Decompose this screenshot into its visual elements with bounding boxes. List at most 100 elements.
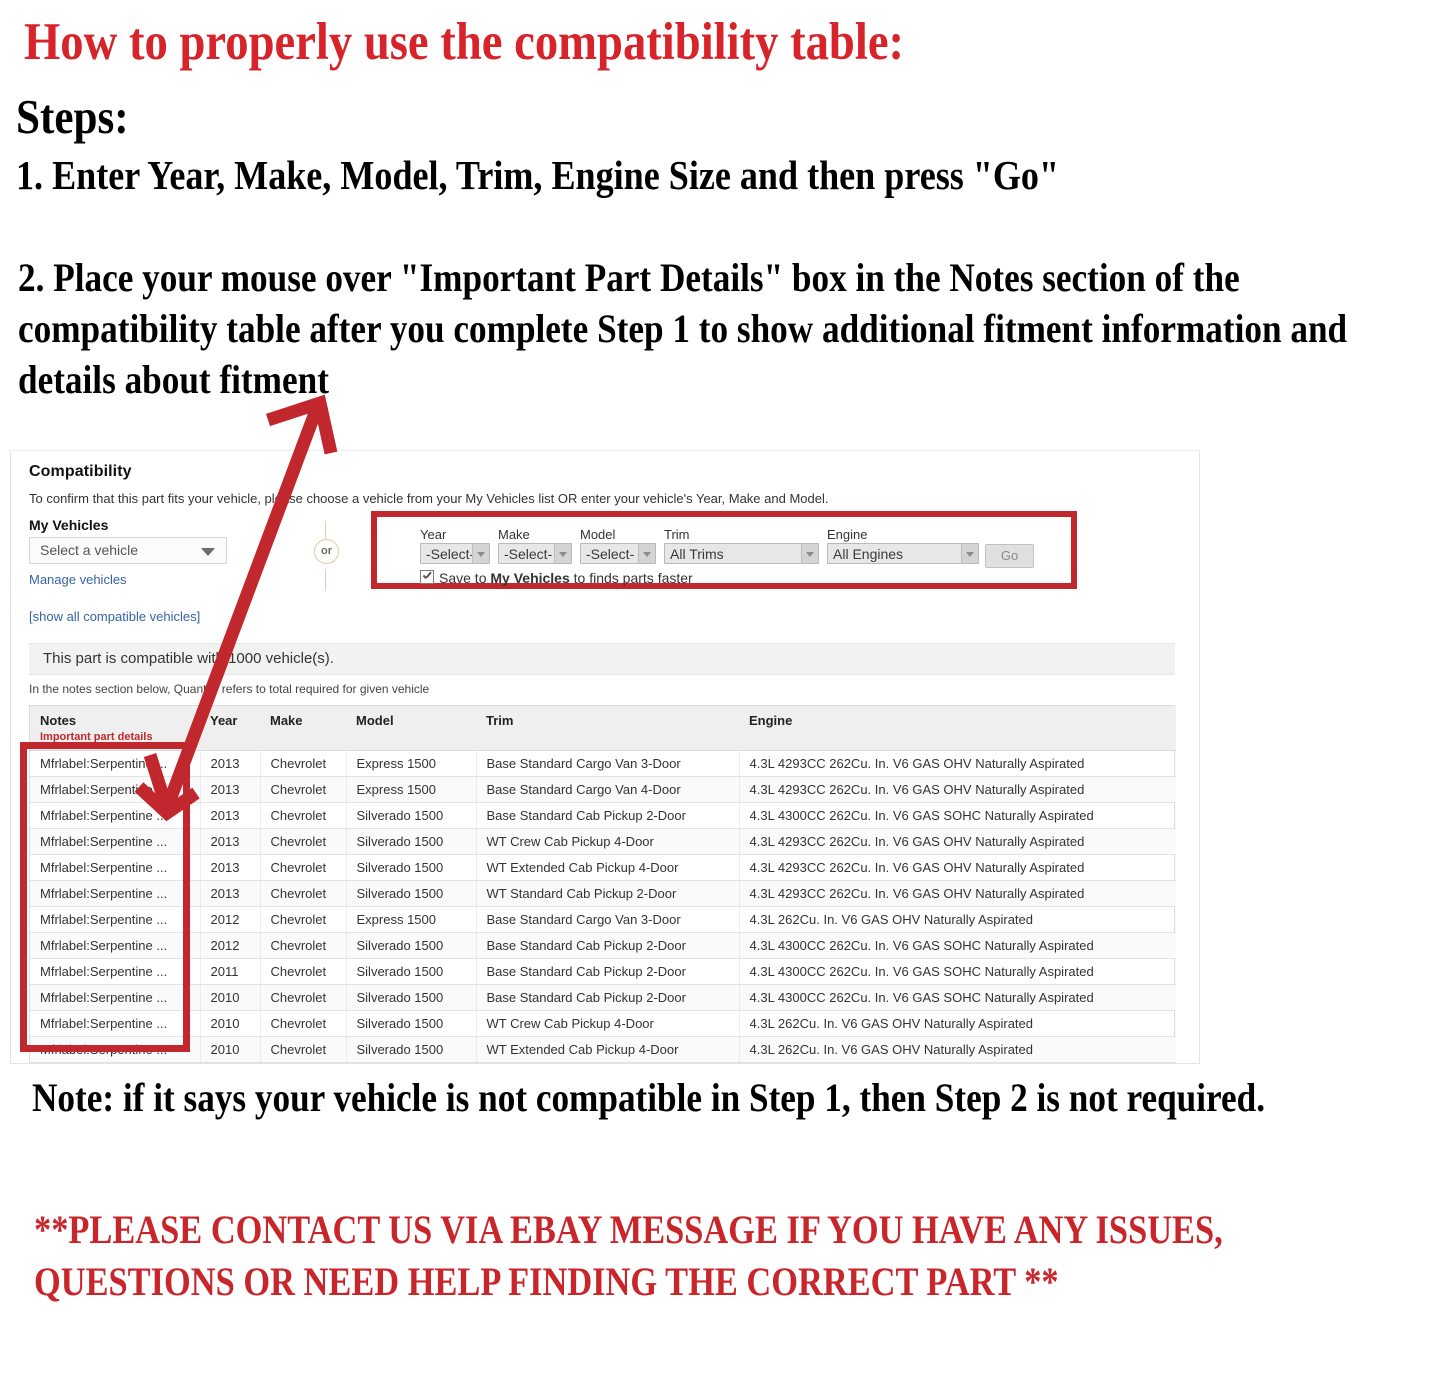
manage-vehicles-link[interactable]: Manage vehicles xyxy=(29,572,127,587)
table-body: Mfrlabel:Serpentine ... 2013 Chevrolet Expr… xyxy=(30,750,1176,1063)
important-part-details-label: Important part details xyxy=(40,731,153,743)
cell-engine: 4.3L 4293CC 262Cu. In. V6 GAS OHV Natura… xyxy=(739,776,1176,803)
cell-make: Chevrolet xyxy=(260,906,347,933)
cell-notes[interactable]: Mfrlabel:Serpentine ... xyxy=(30,932,201,959)
finder-field-engine: Engine All Engines xyxy=(827,527,979,564)
cell-trim: Base Standard Cab Pickup 2-Door xyxy=(476,932,740,959)
finder-value-engine: All Engines xyxy=(833,546,904,562)
cell-make: Chevrolet xyxy=(260,1010,347,1037)
cell-year: 2013 xyxy=(200,802,261,829)
cell-make: Chevrolet xyxy=(260,854,347,881)
column-header-trim: Trim xyxy=(476,706,739,751)
or-label: or xyxy=(321,545,332,557)
quantity-note: In the notes section below, Quantity ref… xyxy=(29,682,430,696)
cell-notes[interactable]: Mfrlabel:Serpentine ... xyxy=(30,750,201,777)
finder-select-model[interactable]: -Select- xyxy=(580,543,656,564)
cell-year: 2013 xyxy=(200,880,261,907)
cell-notes[interactable]: Mfrlabel:Serpentine ... xyxy=(30,1062,201,1063)
chevron-down-icon xyxy=(201,548,215,556)
finder-value-trim: All Trims xyxy=(670,546,724,562)
cell-model: Silverado 1500 xyxy=(346,828,477,855)
cell-engine: 4.3L 262Cu. In. V6 GAS OHV Naturally Asp… xyxy=(739,1010,1176,1037)
finder-select-engine[interactable]: All Engines xyxy=(827,543,979,564)
cell-model: Silverado 1500 xyxy=(346,1036,477,1063)
vehicle-select[interactable]: Select a vehicle xyxy=(29,537,227,564)
cell-trim: WT Extended Cab Pickup 4-Door xyxy=(476,1036,740,1063)
go-button[interactable]: Go xyxy=(985,544,1034,568)
cell-year: 2010 xyxy=(200,1036,261,1063)
table-header-row: Notes Important part details Year Make Model… xyxy=(30,706,1176,751)
cell-make: Chevrolet xyxy=(260,828,347,855)
cell-model: Silverado 1500 xyxy=(346,958,477,985)
cell-engine: 4.3L 4293CC 262Cu. In. V6 GAS OHV Natura… xyxy=(739,750,1176,777)
cell-model: Silverado 1500 xyxy=(346,1062,477,1063)
cell-notes[interactable]: Mfrlabel:Serpentine ... xyxy=(30,776,201,803)
cell-trim: WT Crew Cab Pickup 4-Door xyxy=(476,828,740,855)
compatibility-table: Notes Important part details Year Make Model… xyxy=(29,705,1176,1063)
column-header-make: Make xyxy=(260,706,346,751)
column-header-notes: Notes Important part details xyxy=(30,706,200,751)
save-checkbox[interactable] xyxy=(420,570,434,584)
cell-notes[interactable]: Mfrlabel:Serpentine ... xyxy=(30,828,201,855)
save-to-my-vehicles-row[interactable]: Save to My Vehicles to finds parts faste… xyxy=(420,570,693,586)
cell-trim: Base Standard Cargo Van 3-Door xyxy=(476,750,740,777)
cell-engine: 4.3L 4300CC 262Cu. In. V6 GAS SOHC Natur… xyxy=(739,958,1176,985)
cell-model: Silverado 1500 xyxy=(346,1010,477,1037)
cell-notes[interactable]: Mfrlabel:Serpentine ... xyxy=(30,854,201,881)
or-circle: or xyxy=(314,539,339,564)
cell-trim: Base Standard Cargo Van 3-Door xyxy=(476,906,740,933)
cell-notes[interactable]: Mfrlabel:Serpentine ... xyxy=(30,984,201,1011)
cell-model: Express 1500 xyxy=(346,906,477,933)
finder-field-make: Make -Select- xyxy=(498,527,572,564)
cell-engine: 4.3L 4300CC 262Cu. In. V6 GAS SOHC Natur… xyxy=(739,932,1176,959)
cell-notes[interactable]: Mfrlabel:Serpentine ... xyxy=(30,906,201,933)
cell-notes[interactable]: Mfrlabel:Serpentine ... xyxy=(30,1036,201,1063)
finder-select-year[interactable]: -Select- xyxy=(420,543,490,564)
cell-notes[interactable]: Mfrlabel:Serpentine ... xyxy=(30,802,201,829)
cell-model: Silverado 1500 xyxy=(346,854,477,881)
step-1-text: 1. Enter Year, Make, Model, Trim, Engine… xyxy=(16,152,1059,198)
cell-year: 2011 xyxy=(200,958,261,985)
annotated-compatibility-instructions: How to properly use the compatibility ta… xyxy=(0,0,1445,1393)
cell-engine: 4.3L 4293CC 262Cu. In. V6 GAS OHV Natura… xyxy=(739,880,1176,907)
cell-make: Chevrolet xyxy=(260,984,347,1011)
column-header-model: Model xyxy=(346,706,476,751)
table-row: Mfrlabel:Serpentine ... 2013 Chevrolet Silv… xyxy=(30,854,1176,881)
cell-engine: 4.3L 262Cu. In. V6 GAS OHV Naturally Asp… xyxy=(739,1036,1176,1063)
show-all-compatible-vehicles-link[interactable]: [show all compatible vehicles] xyxy=(29,609,200,624)
cell-make: Chevrolet xyxy=(260,1036,347,1063)
compatibility-panel: Compatibility To confirm that this part … xyxy=(10,450,1200,1064)
cell-engine: 4.3L 4293CC 262Cu. In. V6 GAS OHV Natura… xyxy=(739,854,1176,881)
cell-year: 2012 xyxy=(200,932,261,959)
finder-select-trim[interactable]: All Trims xyxy=(664,543,819,564)
cell-make: Chevrolet xyxy=(260,1062,347,1063)
cell-make: Chevrolet xyxy=(260,958,347,985)
cell-model: Silverado 1500 xyxy=(346,802,477,829)
cell-make: Chevrolet xyxy=(260,880,347,907)
cell-make: Chevrolet xyxy=(260,932,347,959)
cell-trim: Base Standard Cab Pickup 2-Door xyxy=(476,984,740,1011)
cell-trim: Base Standard Cargo Van 4-Door xyxy=(476,776,740,803)
table-row: Mfrlabel:Serpentine ... 2013 Chevrolet Silv… xyxy=(30,802,1176,829)
cell-notes[interactable]: Mfrlabel:Serpentine ... xyxy=(30,1010,201,1037)
steps-label: Steps: xyxy=(16,89,129,144)
table-row: Mfrlabel:Serpentine ...2010ChevroletSilv… xyxy=(30,1062,1176,1063)
finder-label-trim: Trim xyxy=(664,527,690,542)
finder-label-make: Make xyxy=(498,527,530,542)
cell-year: 2010 xyxy=(200,1010,261,1037)
cell-notes[interactable]: Mfrlabel:Serpentine ... xyxy=(30,880,201,907)
cell-model: Express 1500 xyxy=(346,776,477,803)
cell-notes[interactable]: Mfrlabel:Serpentine ... xyxy=(30,958,201,985)
cell-engine: 4.3L 262Cu. In. V6 GAS OHV Naturally Asp… xyxy=(739,1062,1176,1063)
cell-year: 2010 xyxy=(200,1062,261,1063)
chevron-down-icon xyxy=(961,544,978,563)
table-row: Mfrlabel:Serpentine ... 2012 Chevrolet Expr… xyxy=(30,906,1176,933)
cell-model: Silverado 1500 xyxy=(346,932,477,959)
finder-select-make[interactable]: -Select- xyxy=(498,543,572,564)
compatible-count-text: This part is compatible with 1000 vehicl… xyxy=(43,650,334,667)
table-row: Mfrlabel:Serpentine ...2010ChevroletSilv… xyxy=(30,1010,1176,1037)
long-arrow-head xyxy=(265,394,338,455)
vehicle-select-value: Select a vehicle xyxy=(40,542,139,558)
table-row: Mfrlabel:Serpentine ...2010ChevroletSilv… xyxy=(30,1036,1176,1063)
table-row: Mfrlabel:Serpentine ... 2013 Chevrolet Expr… xyxy=(30,776,1176,803)
